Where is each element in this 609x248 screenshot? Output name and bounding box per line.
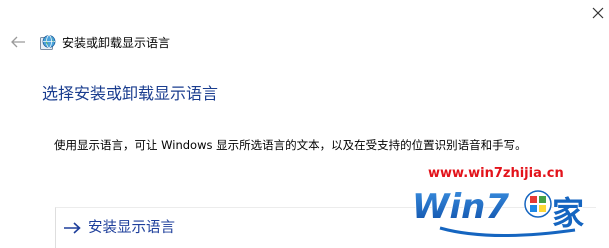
close-icon[interactable] <box>591 6 605 20</box>
watermark-url: www.win7zhijia.cn <box>428 166 564 181</box>
watermark-logo-char: 家 <box>552 194 584 232</box>
install-display-language-label: 安装显示语言 <box>88 220 175 236</box>
windows-flag-icon <box>524 190 552 218</box>
watermark-logo: Win7 家 <box>411 186 585 237</box>
install-display-language-link[interactable]: 安装显示语言 <box>63 219 175 237</box>
watermark-logo-text: Win7 <box>412 187 509 227</box>
globe-language-icon <box>40 35 56 50</box>
right-arrow-icon <box>64 222 81 234</box>
back-arrow-icon[interactable] <box>10 35 26 49</box>
window-title: 安装或卸载显示语言 <box>62 36 171 50</box>
page-heading: 选择安装或卸载显示语言 <box>42 84 219 103</box>
page-description: 使用显示语言，可让 Windows 显示所选语言的文本，以及在受支持的位置识别语… <box>54 138 527 152</box>
